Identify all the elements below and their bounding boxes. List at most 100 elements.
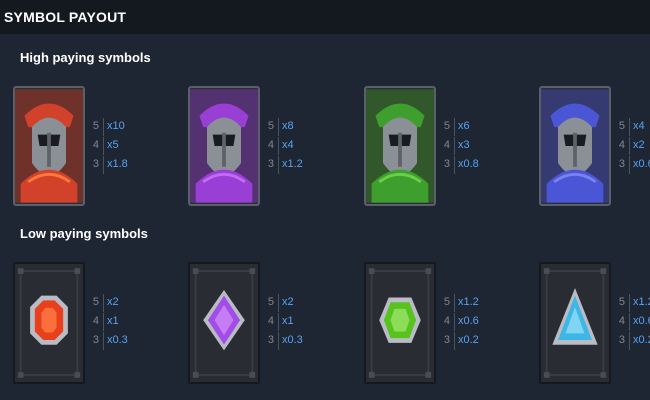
blue-gem-symbol [539,262,611,384]
payout-row: 4 x1 [266,313,336,331]
payout-multiplier: x5 [107,139,119,151]
divider [103,294,104,312]
payout-multiplier: x10 [107,120,125,132]
symbol-count: 5 [267,296,274,308]
payout-row: 5 x4 [617,118,650,136]
divider [629,313,630,331]
payout-multiplier: x1.8 [107,158,128,170]
green-gem-symbol [364,262,436,384]
symbol-count: 3 [443,334,450,346]
blue-gladiator-payouts: 5 x4 4 x2 3 x0.6 [617,118,650,180]
payout-row: 4 x2 [617,137,650,155]
payout-multiplier: x2 [282,296,294,308]
payout-multiplier: x8 [282,120,294,132]
symbol-count: 5 [443,296,450,308]
symbol-count: 3 [443,158,450,170]
payout-multiplier: x1.2 [282,158,303,170]
payout-row: 5 x10 [91,118,161,136]
payout-multiplier: x1 [107,315,119,327]
symbol-count: 5 [618,120,625,132]
payout-multiplier: x0.6 [633,315,650,327]
divider [103,137,104,155]
payout-multiplier: x0.8 [458,158,479,170]
symbol-count: 5 [443,120,450,132]
payout-row: 3 x0.2 [442,332,512,350]
header-bar: SYMBOL PAYOUT [0,0,650,34]
payout-multiplier: x0.6 [633,158,650,170]
payout-multiplier: x6 [458,120,470,132]
payout-row: 5 x1.2 [442,294,512,312]
divider [629,332,630,350]
low-paying-section-title: Low paying symbols [20,226,148,241]
symbol-count: 5 [92,296,99,308]
payout-row: 3 x0.3 [266,332,336,350]
payout-row: 3 x0.6 [617,156,650,174]
red-gladiator-payouts: 5 x10 4 x5 3 x1.8 [91,118,161,180]
green-gladiator-symbol [364,86,436,206]
purple-gladiator-payouts: 5 x8 4 x4 3 x1.2 [266,118,336,180]
symbol-count: 4 [267,139,274,151]
payout-multiplier: x0.2 [458,334,479,346]
payout-row: 5 x2 [266,294,336,312]
divider [278,137,279,155]
payout-row: 5 x2 [91,294,161,312]
divider [454,332,455,350]
divider [454,137,455,155]
payout-multiplier: x0.2 [633,334,650,346]
symbol-count: 3 [267,158,274,170]
payout-multiplier: x1.2 [633,296,650,308]
purple-gem-symbol [188,262,260,384]
payout-multiplier: x3 [458,139,470,151]
symbol-count: 4 [443,139,450,151]
payout-row: 3 x0.2 [617,332,650,350]
symbol-count: 4 [618,315,625,327]
symbol-count: 4 [443,315,450,327]
payout-row: 3 x1.8 [91,156,161,174]
divider [454,156,455,174]
blue-gem-payouts: 5 x1.2 4 x0.6 3 x0.2 [617,294,650,356]
divider [278,294,279,312]
divider [629,294,630,312]
symbol-count: 4 [267,315,274,327]
green-gem-payouts: 5 x1.2 4 x0.6 3 x0.2 [442,294,512,356]
payout-multiplier: x0.3 [107,334,128,346]
payout-multiplier: x4 [633,120,645,132]
purple-gladiator-symbol [188,86,260,206]
payout-row: 4 x0.6 [442,313,512,331]
payout-row: 4 x4 [266,137,336,155]
symbol-count: 3 [618,334,625,346]
payout-row: 4 x1 [91,313,161,331]
payout-row: 5 x6 [442,118,512,136]
symbol-count: 4 [92,315,99,327]
divider [278,156,279,174]
red-gem-symbol [13,262,85,384]
symbol-count: 5 [92,120,99,132]
divider [103,313,104,331]
payout-row: 3 x1.2 [266,156,336,174]
purple-gem-payouts: 5 x2 4 x1 3 x0.3 [266,294,336,356]
divider [629,156,630,174]
divider [278,313,279,331]
blue-gladiator-symbol [539,86,611,206]
symbol-count: 5 [267,120,274,132]
symbol-count: 3 [92,334,99,346]
symbol-count: 4 [92,139,99,151]
payout-row: 4 x0.6 [617,313,650,331]
symbol-count: 3 [618,158,625,170]
red-gem-payouts: 5 x2 4 x1 3 x0.3 [91,294,161,356]
payout-row: 5 x8 [266,118,336,136]
green-gladiator-payouts: 5 x6 4 x3 3 x0.8 [442,118,512,180]
symbol-count: 3 [92,158,99,170]
divider [454,118,455,136]
symbol-count: 3 [267,334,274,346]
high-paying-section-title: High paying symbols [20,50,151,65]
payout-multiplier: x2 [107,296,119,308]
divider [454,313,455,331]
payout-multiplier: x1 [282,315,294,327]
divider [103,156,104,174]
divider [454,294,455,312]
payout-row: 4 x5 [91,137,161,155]
payout-multiplier: x0.6 [458,315,479,327]
payout-multiplier: x1.2 [458,296,479,308]
payout-row: 3 x0.3 [91,332,161,350]
